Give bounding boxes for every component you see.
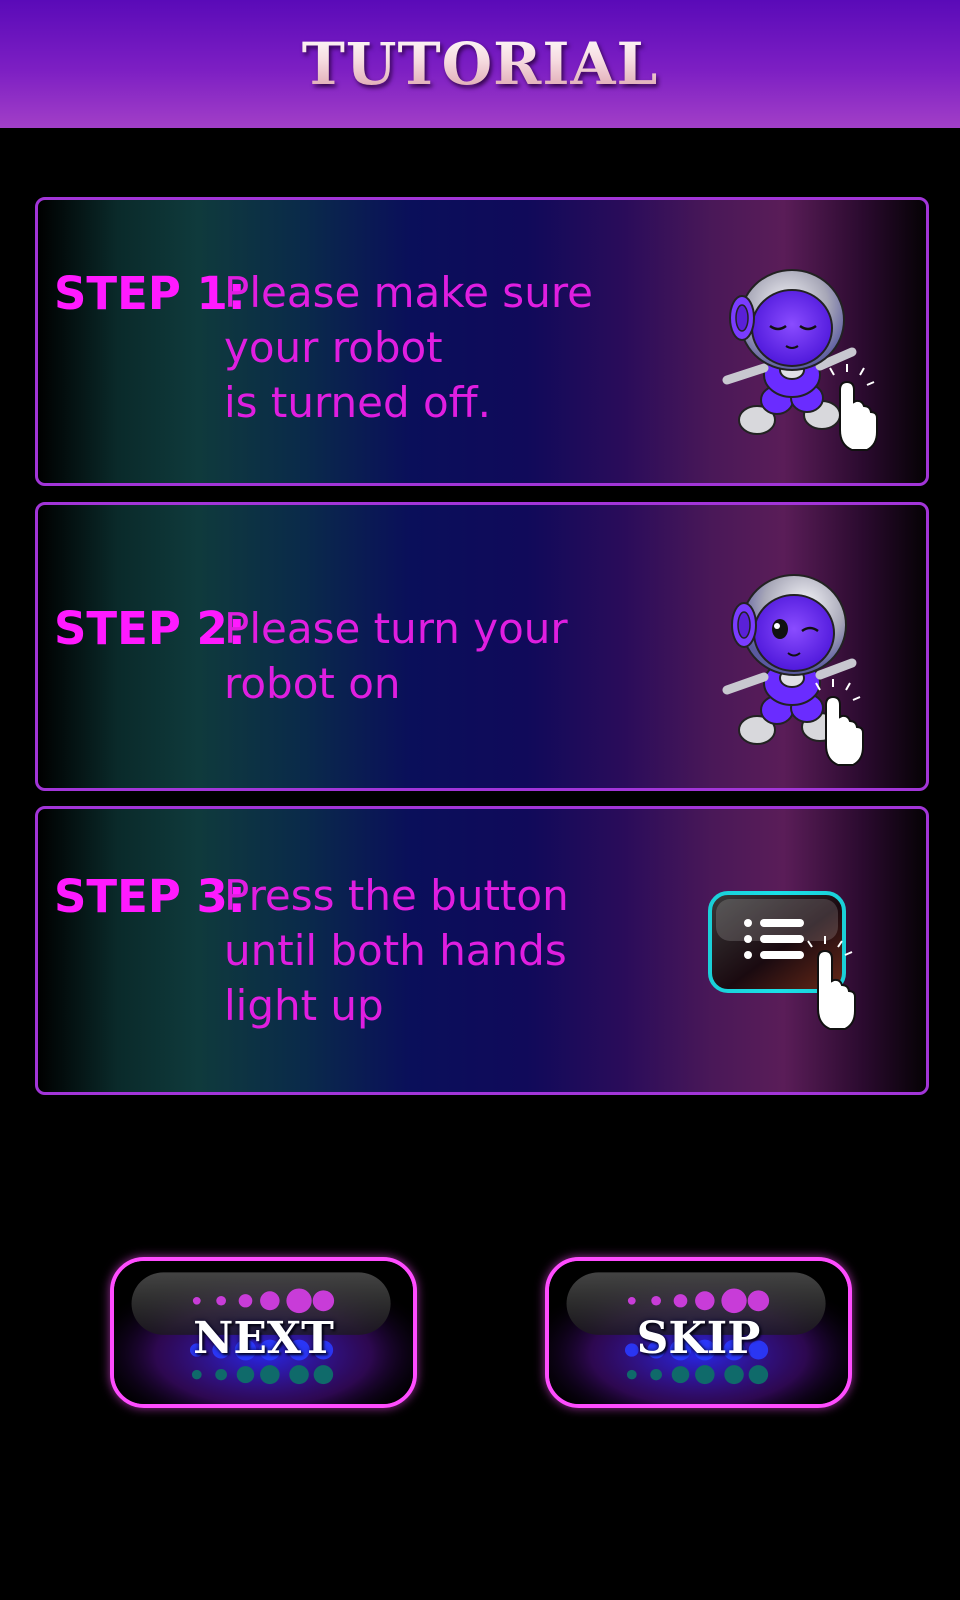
next-button[interactable]: NEXT xyxy=(110,1257,417,1408)
robot-winking-icon xyxy=(722,574,864,766)
robot-sleeping-icon xyxy=(722,269,878,451)
step-2-label: STEP 2: xyxy=(54,602,246,655)
next-button-label: NEXT xyxy=(193,1313,334,1364)
skip-button-label: SKIP xyxy=(636,1313,761,1364)
step-card-2: STEP 2: Please turn your robot on xyxy=(35,502,929,791)
skip-button[interactable]: SKIP xyxy=(545,1257,852,1408)
step-1-label: STEP 1: xyxy=(54,267,246,320)
step-3-label: STEP 3: xyxy=(54,870,246,923)
step-2-text: Please turn your robot on xyxy=(224,604,568,708)
step-card-1: STEP 1: Please make sure your robot is t… xyxy=(35,197,929,486)
tutorial-screen: TUTORIAL STEP 1: Please make sure your r… xyxy=(0,0,960,1600)
page-title: TUTORIAL xyxy=(301,30,659,98)
step-3-text: Press the button until both hands light … xyxy=(224,871,569,1030)
step-1-text: Please make sure your robot is turned of… xyxy=(224,268,593,427)
step-card-3: STEP 3: Press the button until both hand… xyxy=(35,806,929,1095)
list-button-icon xyxy=(708,891,856,1030)
header-bar: TUTORIAL xyxy=(0,0,960,128)
